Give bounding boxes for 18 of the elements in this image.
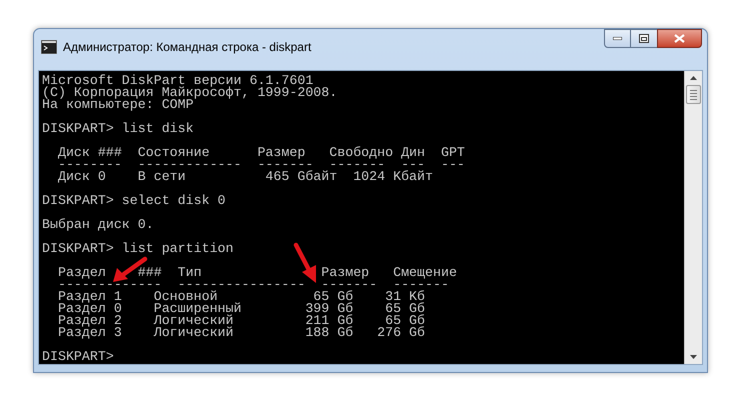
console-line: Раздел ### Тип Размер Смещение xyxy=(56,267,457,279)
console-line: Выбран диск 0. xyxy=(42,219,154,231)
console-line: ------------- ---------------- ------- ------- xyxy=(56,279,449,291)
console-line: DISKPART> list disk xyxy=(42,123,194,135)
console-line: DISKPART> select disk 0 xyxy=(42,195,226,207)
console-line: -------- ------------- ------- ------- --- --- xyxy=(56,159,465,171)
console-line: Раздел 1 Основной 65 Gб 31 Kб xyxy=(56,291,426,303)
console-line: Раздел 3 Логический 188 Gб 276 Gб xyxy=(56,327,426,339)
console-line: Раздел 2 Логический 211 Gб 65 Gб xyxy=(56,315,426,327)
console-line: Раздел 0 Расширенный 399 Gб 65 Gб xyxy=(56,303,426,315)
console-line: Диск ### Состояние Размер Свободно Дин GPT xyxy=(56,147,465,159)
console-line: Microsoft DiskPart версии 6.1.7601 xyxy=(42,75,314,87)
console-line: (C) Корпорация Майкрософт, 1999-2008. xyxy=(42,87,338,99)
console-line: DISKPART> xyxy=(42,351,114,363)
console-line: DISKPART> list partition xyxy=(42,243,234,255)
window-title: Администратор: Командная строка - diskpart xyxy=(63,39,312,56)
console-line: На компьютере: COMP xyxy=(42,99,194,111)
console-line: Диск 0 В сети 465 Gбайт 1024 Kбайт xyxy=(56,171,433,183)
